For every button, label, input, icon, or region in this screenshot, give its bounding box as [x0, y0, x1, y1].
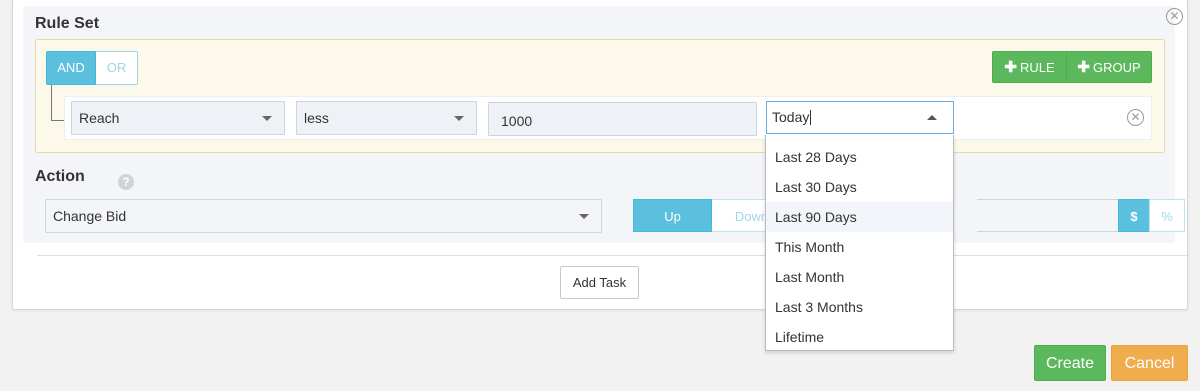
rule-row: Reach less 1000 Today ✕	[64, 96, 1152, 140]
date-option[interactable]: This Month	[766, 232, 953, 262]
cancel-button[interactable]: Cancel	[1111, 345, 1188, 381]
add-group-button[interactable]: ✚ GROUP	[1066, 51, 1152, 83]
unit-percent-button[interactable]: %	[1149, 199, 1185, 232]
rule-tree-connector	[51, 85, 65, 121]
date-option[interactable]: Last Month	[766, 262, 953, 292]
date-option[interactable]: Last 3 Months	[766, 292, 953, 322]
amount-input[interactable]	[977, 199, 1118, 232]
condition-and-button[interactable]: AND	[46, 51, 96, 85]
add-group-label: GROUP	[1092, 60, 1141, 75]
date-option[interactable]: Lifetime	[766, 322, 953, 352]
create-button[interactable]: Create	[1034, 345, 1106, 381]
metric-value: Reach	[79, 110, 120, 126]
date-range-dropdown: Last 28 Days Last 30 Days Last 90 Days T…	[765, 135, 954, 351]
chevron-down-icon	[579, 214, 589, 219]
action-type-value: Change Bid	[53, 208, 127, 224]
task-panel: ✕ Rule Set AND OR ✚ RULE ✚ GROUP Reach les…	[23, 6, 1185, 243]
direction-up-button[interactable]: Up	[633, 199, 712, 232]
operator-select[interactable]: less	[296, 101, 477, 135]
remove-rule-icon[interactable]: ✕	[1127, 109, 1144, 126]
divider	[37, 255, 1189, 256]
task-modal: ✕ Rule Set AND OR ✚ RULE ✚ GROUP Reach les…	[12, 0, 1189, 310]
value-input[interactable]: 1000	[488, 102, 757, 136]
date-option-highlighted[interactable]: Last 90 Days	[766, 202, 953, 232]
chevron-up-icon	[927, 115, 937, 120]
rule-set-title: Rule Set	[35, 15, 100, 32]
rule-set-box: AND OR ✚ RULE ✚ GROUP Reach less 1000 To…	[35, 39, 1165, 153]
date-option[interactable]: Last 28 Days	[766, 142, 953, 172]
metric-select[interactable]: Reach	[71, 101, 285, 135]
unit-dollar-button[interactable]: $	[1118, 199, 1150, 232]
operator-value: less	[304, 110, 329, 126]
condition-or-button[interactable]: OR	[96, 51, 138, 85]
date-range-value: Today	[772, 109, 810, 125]
add-task-button[interactable]: Add Task	[560, 266, 639, 299]
date-range-select[interactable]: Today	[766, 101, 954, 134]
text-cursor	[810, 110, 812, 125]
help-icon[interactable]: ?	[118, 174, 134, 190]
chevron-down-icon	[454, 116, 464, 121]
add-rule-label: RULE	[1019, 60, 1055, 75]
add-rule-button[interactable]: ✚ RULE	[992, 51, 1067, 83]
action-type-select[interactable]: Change Bid	[45, 199, 602, 233]
plus-icon: ✚	[1004, 59, 1017, 76]
action-title: Action	[35, 168, 85, 185]
close-icon[interactable]: ✕	[1166, 8, 1183, 25]
chevron-down-icon	[262, 116, 272, 121]
date-option[interactable]: Last 30 Days	[766, 172, 953, 202]
plus-icon: ✚	[1077, 59, 1090, 76]
